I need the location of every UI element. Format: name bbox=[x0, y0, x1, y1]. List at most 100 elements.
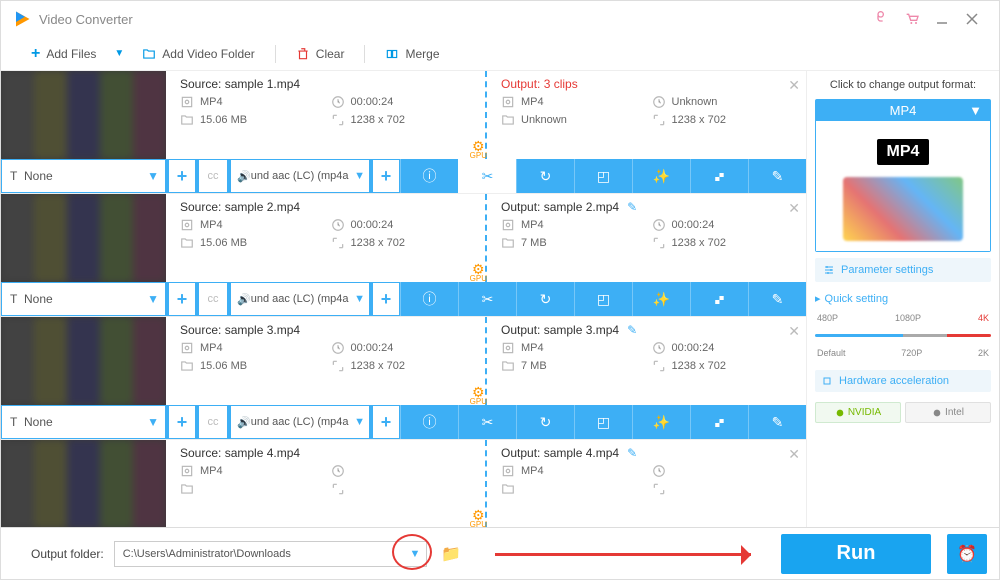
watermark-tool[interactable]: 🙾 bbox=[690, 405, 748, 439]
trash-icon bbox=[296, 47, 310, 61]
merge-icon bbox=[385, 47, 399, 61]
preset-row-2: Default720P2K bbox=[815, 346, 991, 360]
clock-icon bbox=[652, 464, 666, 478]
change-format-label: Click to change output format: bbox=[815, 77, 991, 93]
output-folder-input[interactable]: C:\Users\Administrator\Downloads▼ bbox=[114, 541, 428, 567]
video-thumbnail[interactable] bbox=[1, 317, 166, 405]
add-subtitle-button[interactable]: + bbox=[168, 159, 196, 193]
cut-tool[interactable]: ✂ bbox=[458, 282, 516, 316]
add-files-button[interactable]: +Add Files bbox=[21, 41, 106, 67]
cut-tool[interactable]: ✂ bbox=[458, 405, 516, 439]
browse-folder-button[interactable]: 📁 bbox=[437, 542, 465, 566]
crop-tool[interactable]: ◰ bbox=[574, 282, 632, 316]
rotate-tool[interactable]: ↻ bbox=[516, 282, 574, 316]
watermark-tool[interactable]: 🙾 bbox=[690, 159, 748, 193]
hardware-accel-button[interactable]: Hardware acceleration bbox=[815, 370, 991, 392]
gpu-badge-icon: GPU bbox=[470, 141, 487, 161]
add-files-dropdown-icon[interactable]: ▼ bbox=[110, 48, 128, 59]
watermark-tool[interactable]: 🙾 bbox=[690, 282, 748, 316]
add-audio-button[interactable]: + bbox=[372, 159, 400, 193]
main-toolbar: +Add Files ▼ Add Video Folder Clear Merg… bbox=[1, 37, 999, 71]
dims-icon bbox=[652, 236, 666, 250]
remove-item-button[interactable]: ✕ bbox=[788, 200, 800, 217]
format-selector[interactable]: MP4▼ MP4 bbox=[815, 99, 991, 252]
file-icon bbox=[501, 236, 515, 250]
film-icon bbox=[501, 95, 515, 109]
minimize-button[interactable] bbox=[927, 9, 957, 29]
crop-tool[interactable]: ◰ bbox=[574, 159, 632, 193]
output-panel: ✕ Output: sample 2.mp4✎ MP4 00:00:24 7 M… bbox=[487, 194, 806, 282]
info-tool[interactable]: ⓘ bbox=[400, 282, 458, 316]
video-thumbnail[interactable] bbox=[1, 71, 166, 159]
dims-icon bbox=[331, 482, 345, 496]
clock-icon bbox=[331, 95, 345, 109]
effects-tool[interactable]: ✨ bbox=[632, 159, 690, 193]
schedule-button[interactable]: ⏰ bbox=[947, 534, 987, 574]
video-thumbnail[interactable] bbox=[1, 194, 166, 282]
output-panel: ✕ Output: sample 4.mp4✎ MP4 bbox=[487, 440, 806, 527]
cc-button[interactable]: cc bbox=[198, 159, 228, 193]
add-audio-button[interactable]: + bbox=[372, 405, 400, 439]
list-item: Source: sample 4.mp4 MP4 GPU ✕ Output: s… bbox=[1, 440, 806, 527]
add-folder-button[interactable]: Add Video Folder bbox=[132, 43, 265, 65]
remove-item-button[interactable]: ✕ bbox=[788, 323, 800, 340]
quality-slider[interactable] bbox=[815, 334, 991, 337]
gpu-badge-icon: GPU bbox=[470, 264, 487, 284]
crop-tool[interactable]: ◰ bbox=[574, 405, 632, 439]
parameter-settings-button[interactable]: Parameter settings bbox=[815, 258, 991, 282]
source-panel: Source: sample 3.mp4 MP4 00:00:24 15.06 … bbox=[166, 317, 487, 405]
account-icon[interactable] bbox=[867, 9, 897, 29]
clock-icon bbox=[652, 95, 666, 109]
clear-button[interactable]: Clear bbox=[286, 43, 355, 65]
item-controls: T None▼ + cc 🔊 und aac (LC) (mp4a▼ + ⓘ ✂… bbox=[1, 405, 806, 439]
audio-dropdown[interactable]: 🔊 und aac (LC) (mp4a▼ bbox=[230, 159, 370, 193]
footer: Output folder: C:\Users\Administrator\Do… bbox=[1, 527, 999, 579]
merge-button[interactable]: Merge bbox=[375, 43, 449, 65]
cart-icon[interactable] bbox=[897, 9, 927, 29]
effects-tool[interactable]: ✨ bbox=[632, 405, 690, 439]
cc-button[interactable]: cc bbox=[198, 405, 228, 439]
cut-tool[interactable]: ✂ bbox=[458, 159, 516, 193]
run-button[interactable]: Run bbox=[781, 534, 931, 574]
dims-icon bbox=[652, 359, 666, 373]
add-subtitle-button[interactable]: + bbox=[168, 405, 196, 439]
remove-item-button[interactable]: ✕ bbox=[788, 446, 800, 463]
nvidia-badge: NVIDIA bbox=[815, 402, 901, 423]
edit-output-icon[interactable]: ✎ bbox=[627, 323, 637, 337]
subtitle-dropdown[interactable]: T None▼ bbox=[1, 405, 166, 439]
dims-icon bbox=[652, 113, 666, 127]
edit-output-icon[interactable]: ✎ bbox=[627, 446, 637, 460]
info-tool[interactable]: ⓘ bbox=[400, 405, 458, 439]
video-thumbnail[interactable] bbox=[1, 440, 166, 527]
subtitle-dropdown[interactable]: T None▼ bbox=[1, 159, 166, 193]
info-tool[interactable]: ⓘ bbox=[400, 159, 458, 193]
add-audio-button[interactable]: + bbox=[372, 282, 400, 316]
app-title: Video Converter bbox=[39, 12, 867, 27]
effects-tool[interactable]: ✨ bbox=[632, 282, 690, 316]
audio-dropdown[interactable]: 🔊 und aac (LC) (mp4a▼ bbox=[230, 282, 370, 316]
audio-dropdown[interactable]: 🔊 und aac (LC) (mp4a▼ bbox=[230, 405, 370, 439]
file-icon bbox=[501, 482, 515, 496]
gpu-row: NVIDIA Intel bbox=[815, 402, 991, 423]
edit-tool[interactable]: ✎ bbox=[748, 159, 806, 193]
add-subtitle-button[interactable]: + bbox=[168, 282, 196, 316]
edit-tool[interactable]: ✎ bbox=[748, 405, 806, 439]
clock-icon bbox=[652, 341, 666, 355]
rotate-tool[interactable]: ↻ bbox=[516, 405, 574, 439]
edit-tool[interactable]: ✎ bbox=[748, 282, 806, 316]
chevron-down-icon: ▼ bbox=[409, 548, 420, 560]
item-list: Source: sample 1.mp4 MP4 00:00:24 15.06 … bbox=[1, 71, 807, 527]
edit-output-icon[interactable]: ✎ bbox=[627, 200, 637, 214]
file-icon bbox=[180, 236, 194, 250]
close-button[interactable] bbox=[957, 9, 987, 29]
app-logo-icon bbox=[13, 10, 31, 28]
rotate-tool[interactable]: ↻ bbox=[516, 159, 574, 193]
quick-setting-label: ▸ Quick setting bbox=[815, 292, 991, 305]
list-item: Source: sample 3.mp4 MP4 00:00:24 15.06 … bbox=[1, 317, 806, 440]
format-preview: MP4 bbox=[816, 121, 990, 251]
clock-icon bbox=[331, 464, 345, 478]
subtitle-dropdown[interactable]: T None▼ bbox=[1, 282, 166, 316]
remove-item-button[interactable]: ✕ bbox=[788, 77, 800, 94]
cc-button[interactable]: cc bbox=[198, 282, 228, 316]
output-panel: ✕ Output: 3 clips✎ MP4 Unknown Unknown 1… bbox=[487, 71, 806, 159]
